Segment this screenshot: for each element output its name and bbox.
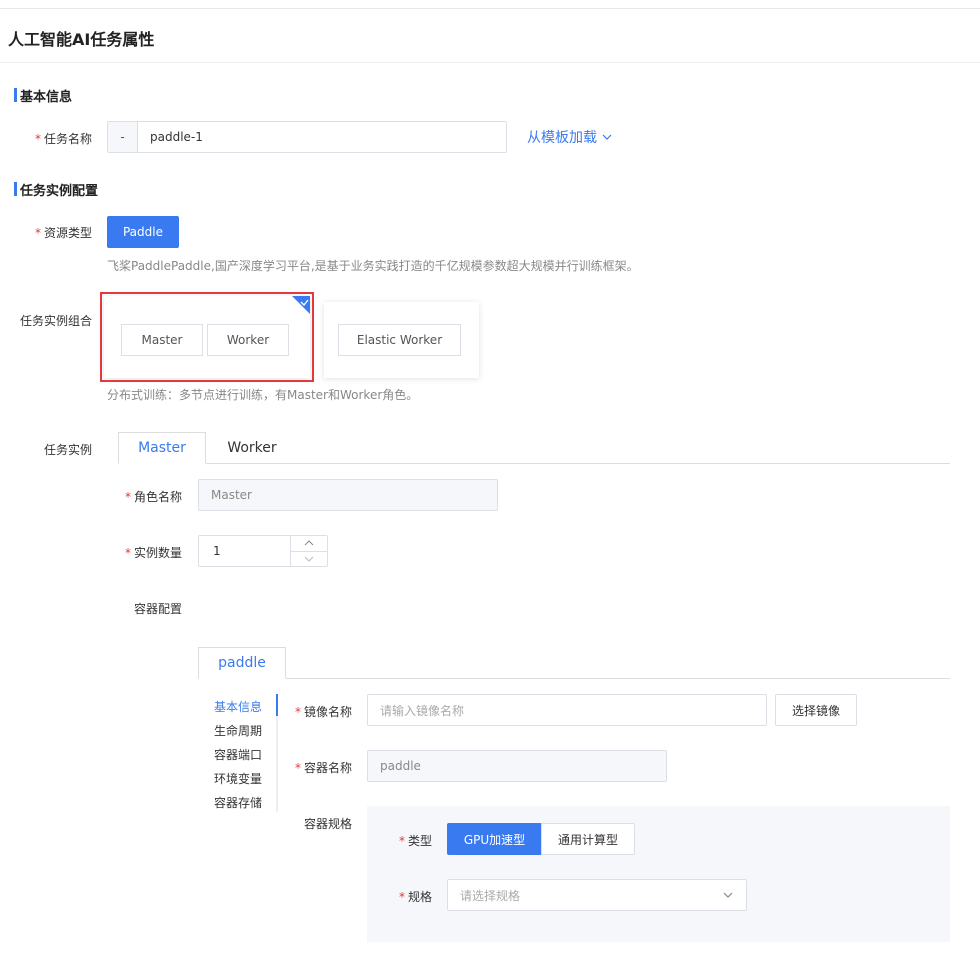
increment-button[interactable] [291, 536, 327, 552]
role-name-input[interactable]: Master [198, 479, 498, 511]
combo-card-elastic-worker[interactable]: Elastic Worker [324, 302, 479, 378]
image-name-label: * 镜像名称 [294, 705, 352, 719]
instance-count-label: * 实例数量 [124, 546, 182, 560]
resource-type-description: 飞桨PaddlePaddle,国产深度学习平台,是基于业务实践打造的千亿规模参数… [107, 259, 639, 273]
instance-count-stepper: 1 [198, 535, 328, 567]
container-config-label: 容器配置 [133, 602, 182, 616]
sidenav-item-basic-info[interactable]: 基本信息 [214, 698, 262, 715]
chevron-down-icon [304, 556, 314, 562]
instance-count-input[interactable]: 1 [199, 536, 290, 566]
sidenav-item-env-vars[interactable]: 环境变量 [214, 770, 262, 787]
chevron-up-icon [304, 540, 314, 546]
role-box-elastic-worker: Elastic Worker [338, 324, 461, 356]
resource-type-label: * 资源类型 [34, 226, 92, 240]
page-title: 人工智能AI任务属性 [8, 30, 155, 49]
image-name-input[interactable]: 请输入镜像名称 [367, 694, 767, 726]
select-image-button[interactable]: 选择镜像 [775, 694, 857, 726]
type-general-button[interactable]: 通用计算型 [541, 823, 635, 855]
top-divider [0, 8, 980, 9]
task-name-field: - paddle-1 [107, 121, 507, 153]
container-name-label: * 容器名称 [294, 761, 352, 775]
stepper-controls [290, 536, 327, 566]
decrement-button[interactable] [291, 552, 327, 567]
resource-type-paddle-button[interactable]: Paddle [107, 216, 179, 248]
spec-type-label: * 类型 [398, 834, 432, 848]
task-name-label: * 任务名称 [34, 132, 92, 146]
task-instance-label: 任务实例 [43, 443, 92, 457]
chevron-down-icon [723, 892, 733, 898]
task-name-prefix: - [108, 122, 138, 152]
sidenav-item-lifecycle[interactable]: 生命周期 [214, 722, 262, 739]
load-template-link[interactable]: 从模板加载 [527, 127, 613, 147]
section-title-instance-config: 任务实例配置 [8, 180, 98, 199]
highlight-box [100, 292, 314, 382]
section-title-basic: 基本信息 [8, 86, 72, 105]
container-spec-label: 容器规格 [303, 817, 352, 831]
container-tabs-divider [198, 678, 950, 679]
tab-worker[interactable]: Worker [208, 432, 296, 464]
spec-size-label: * 规格 [398, 890, 432, 904]
task-name-input[interactable]: paddle-1 [138, 122, 506, 152]
spec-select[interactable]: 请选择规格 [447, 879, 747, 911]
container-name-input[interactable]: paddle [367, 750, 667, 782]
tab-master[interactable]: Master [118, 432, 206, 464]
sidenav-item-ports[interactable]: 容器端口 [214, 746, 262, 763]
spec-select-placeholder: 请选择规格 [460, 888, 521, 903]
role-name-label: * 角色名称 [124, 490, 182, 504]
combo-label: 任务实例组合 [19, 314, 92, 328]
sidenav-item-storage[interactable]: 容器存储 [214, 794, 262, 811]
type-gpu-button[interactable]: GPU加速型 [447, 823, 542, 855]
combo-description: 分布式训练：多节点进行训练，有Master和Worker角色。 [107, 388, 419, 402]
chevron-down-icon [602, 134, 612, 140]
sidenav-active-indicator [276, 694, 278, 716]
title-divider [0, 62, 980, 63]
tab-container-paddle[interactable]: paddle [198, 647, 286, 679]
